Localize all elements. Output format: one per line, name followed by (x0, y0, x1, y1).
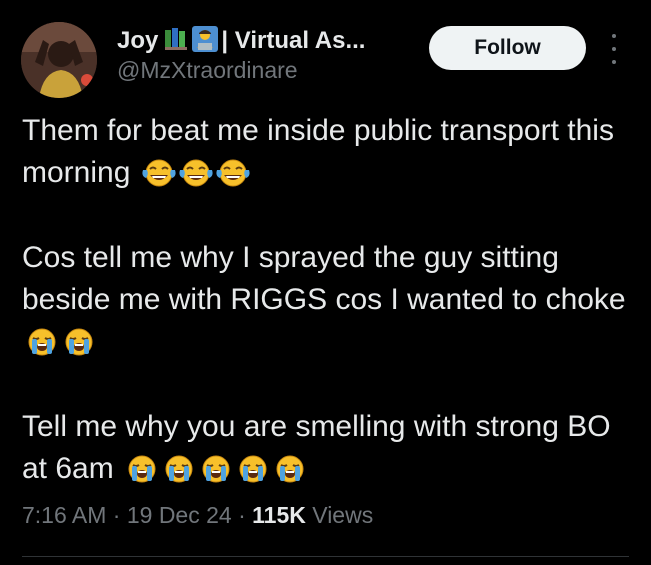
loudly-crying-face-icon (239, 455, 267, 483)
tweet-paragraph: Tell me why you are smelling with strong… (22, 406, 637, 490)
loudly-crying-face-icon (65, 328, 93, 356)
tweet-meta: 7:16 AM · 19 Dec 24 · 115K Views (22, 502, 373, 529)
face-with-tears-of-joy-icon (179, 159, 213, 187)
face-with-tears-of-joy-icon (142, 159, 176, 187)
books-emoji-icon (164, 27, 190, 56)
author-handle[interactable]: @MzXtraordinare (117, 57, 298, 84)
tweet-text: Them for beat me inside public transport… (22, 110, 637, 490)
tweet-time[interactable]: 7:16 AM (22, 502, 106, 528)
tweet-paragraph-text: Cos tell me why I sprayed the guy sittin… (22, 241, 626, 316)
meta-separator: · (238, 502, 246, 528)
display-name-suffix: | Virtual As... (221, 27, 366, 54)
tweet-paragraph: Cos tell me why I sprayed the guy sittin… (22, 237, 637, 363)
loudly-crying-face-icon (202, 455, 230, 483)
meta-separator: · (112, 502, 121, 528)
loudly-crying-face-icon (28, 328, 56, 356)
views-label: Views (312, 502, 374, 528)
views-count[interactable]: 115K (252, 502, 306, 528)
display-name[interactable]: Joy (117, 27, 158, 55)
divider (22, 556, 629, 557)
loudly-crying-face-icon (276, 455, 304, 483)
loudly-crying-face-icon (165, 455, 193, 483)
author-name-row[interactable]: Joy | Virtual As... (117, 25, 365, 57)
emoji-group (24, 327, 97, 357)
emoji-group (124, 454, 308, 484)
avatar[interactable] (21, 22, 97, 98)
face-with-tears-of-joy-icon (216, 159, 250, 187)
follow-button[interactable]: Follow (429, 26, 586, 70)
tweet-paragraph-text: Them for beat me inside public transport… (22, 114, 614, 189)
loudly-crying-face-icon (128, 455, 156, 483)
emoji-group (141, 158, 251, 188)
technologist-emoji-icon (192, 25, 219, 57)
tweet-paragraph: Them for beat me inside public transport… (22, 110, 637, 194)
more-vertical-icon[interactable] (604, 34, 624, 64)
tweet-date[interactable]: 19 Dec 24 (127, 502, 232, 528)
tweet-paragraph-text: Tell me why you are smelling with strong… (22, 410, 611, 485)
